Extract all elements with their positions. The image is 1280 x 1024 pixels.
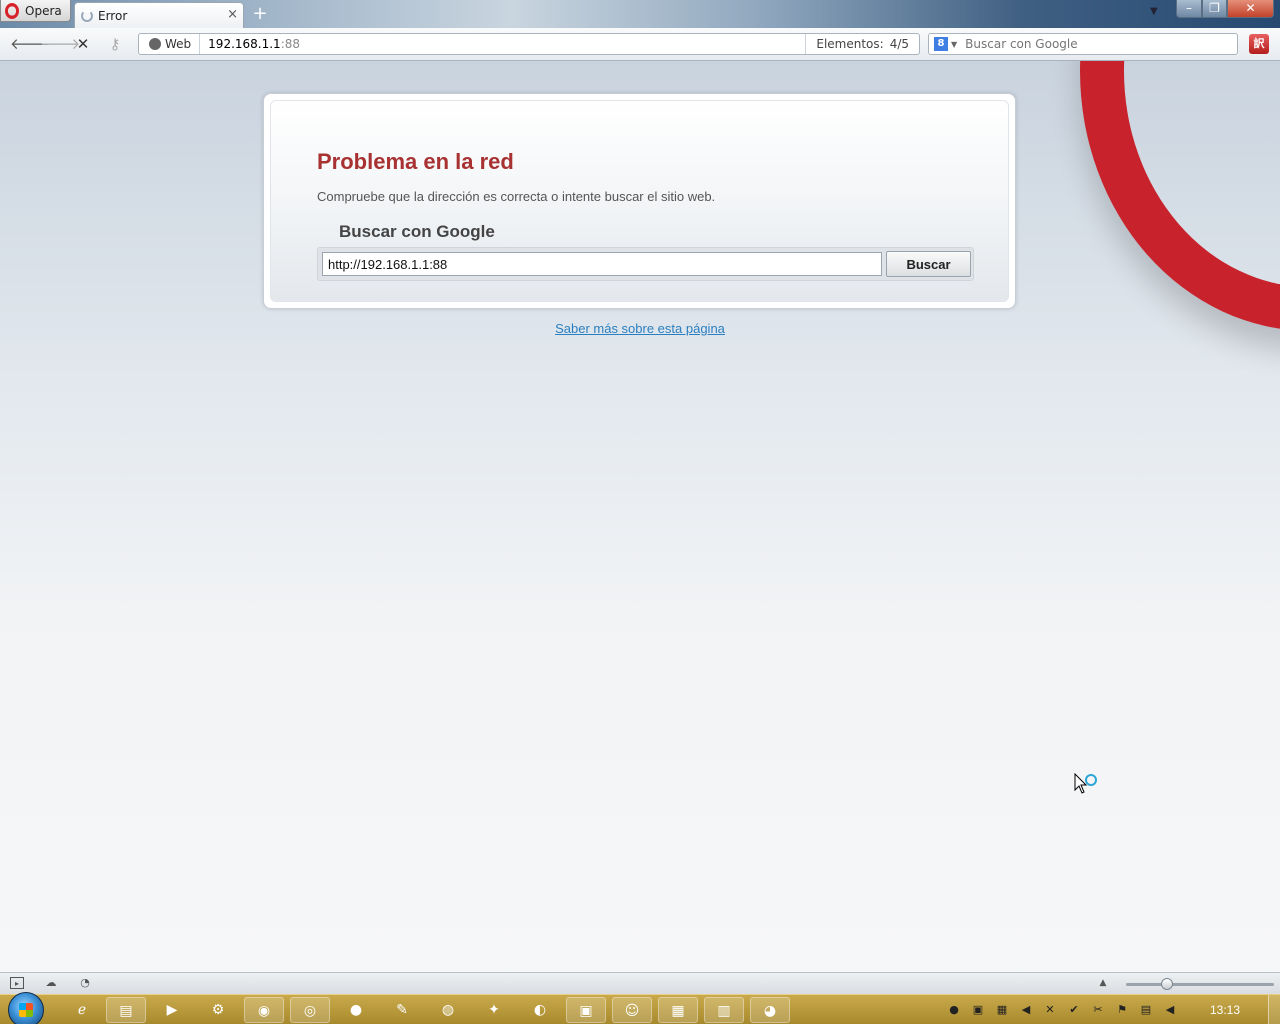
site-info-badge[interactable]: Web bbox=[139, 34, 201, 54]
opera-menu-button[interactable]: Opera bbox=[0, 0, 71, 22]
search-box[interactable]: 8 ▼ bbox=[928, 33, 1238, 55]
network-app-icon[interactable]: ▥ bbox=[704, 997, 744, 1023]
status-bar: ▸ ☁ ◔ ▲ bbox=[0, 972, 1280, 994]
url-host: 192.168.1.1 bbox=[208, 37, 281, 51]
tab-error[interactable]: Error × bbox=[74, 2, 244, 28]
opera-next-taskbar-icon[interactable]: ◎ bbox=[290, 997, 330, 1023]
file-explorer-icon[interactable]: ▤ bbox=[106, 997, 146, 1023]
elements-label: Elementos: bbox=[816, 37, 884, 51]
search-heading: Buscar con Google bbox=[339, 222, 495, 241]
burner-app-icon[interactable]: ◍ bbox=[428, 997, 468, 1023]
tray-window-icon[interactable]: ▣ bbox=[970, 1003, 986, 1017]
search-input[interactable] bbox=[965, 37, 1226, 51]
stop-icon[interactable]: ✕ bbox=[73, 35, 93, 53]
busy-cursor-icon bbox=[1074, 773, 1097, 794]
chrome-icon[interactable]: ◐ bbox=[520, 997, 560, 1023]
page-content: Problema en la red Compruebe que la dire… bbox=[0, 61, 1280, 972]
url-port: :88 bbox=[280, 37, 301, 51]
tray-speaker-muted-icon[interactable]: ◀ bbox=[1018, 1003, 1034, 1017]
start-button[interactable] bbox=[8, 992, 44, 1024]
tray-tools-icon[interactable]: ✂ bbox=[1090, 1003, 1106, 1017]
site-mode-label: Web bbox=[165, 37, 192, 51]
capture-app-icon[interactable]: ▣ bbox=[566, 997, 606, 1023]
utility-app-icon[interactable]: ✦ bbox=[474, 997, 514, 1023]
view-options-up-icon[interactable]: ▲ bbox=[1096, 977, 1110, 989]
query-input[interactable] bbox=[322, 252, 882, 276]
extension-icon[interactable]: 訳 bbox=[1249, 34, 1269, 54]
acrobat-icon[interactable]: ✎ bbox=[382, 997, 422, 1023]
new-tab-button[interactable]: + bbox=[250, 4, 270, 24]
address-bar[interactable]: Web 192.168.1.1:88 Elementos: 4/5 bbox=[138, 33, 920, 55]
system-clock[interactable]: 13:13 bbox=[1210, 1003, 1240, 1017]
action-center-flag-icon[interactable]: ⚑ bbox=[1114, 1003, 1130, 1017]
opera-unite-icon[interactable]: ☁ bbox=[44, 977, 58, 989]
maximize-button[interactable]: ❐ bbox=[1202, 0, 1227, 18]
opera-logo-icon bbox=[5, 2, 19, 19]
title-bar: Opera Error × + ▼ – ❐ ✕ bbox=[0, 0, 1280, 28]
opera-o-decoration bbox=[1080, 61, 1280, 331]
loading-spinner-icon bbox=[81, 9, 93, 22]
windows-logo-icon bbox=[19, 1003, 33, 1017]
tab-close-icon[interactable]: × bbox=[227, 7, 238, 22]
media-player-icon[interactable]: ▶ bbox=[152, 997, 192, 1023]
learn-more-container: Saber más sobre esta página bbox=[0, 321, 1280, 336]
error-description: Compruebe que la dirección es correcta o… bbox=[317, 189, 716, 204]
key-icon[interactable]: ⚷ bbox=[105, 35, 125, 53]
volume-icon[interactable]: ◀ bbox=[1162, 1003, 1178, 1017]
panels-toggle-icon[interactable]: ▸ bbox=[10, 977, 24, 989]
error-card: Problema en la red Compruebe que la dire… bbox=[263, 93, 1016, 309]
tab-title: Error bbox=[98, 8, 128, 23]
search-button[interactable]: Buscar bbox=[886, 251, 971, 277]
opera-menu-label: Opera bbox=[25, 3, 62, 18]
search-form: Buscar bbox=[317, 247, 974, 281]
opera-taskbar-icon[interactable]: ◉ bbox=[244, 997, 284, 1023]
remote-desktop-icon[interactable]: ▦ bbox=[658, 997, 698, 1023]
error-title: Problema en la red bbox=[317, 149, 514, 174]
users-app-icon[interactable]: ☺ bbox=[612, 997, 652, 1023]
globe-icon bbox=[149, 38, 161, 50]
url-text[interactable]: 192.168.1.1:88 bbox=[200, 37, 805, 51]
back-arrow-icon[interactable]: 🡐 bbox=[10, 35, 50, 53]
tray-opera-icon[interactable]: ● bbox=[946, 1003, 962, 1017]
close-window-button[interactable]: ✕ bbox=[1227, 0, 1274, 18]
network-icon[interactable]: ▤ bbox=[1138, 1003, 1154, 1017]
minimize-button[interactable]: – bbox=[1176, 0, 1202, 18]
show-desktop-button[interactable] bbox=[1268, 995, 1280, 1024]
opera-turbo-icon[interactable]: ◔ bbox=[78, 977, 92, 989]
forward-arrow-icon[interactable]: 🡒 bbox=[40, 35, 80, 53]
address-toolbar: 🡐 🡒 ✕ ⚷ Web 192.168.1.1:88 Elementos: 4/… bbox=[0, 28, 1280, 61]
elements-value: 4/5 bbox=[889, 37, 909, 51]
zoom-slider[interactable] bbox=[1126, 983, 1274, 986]
green-app-icon[interactable]: ◕ bbox=[750, 997, 790, 1023]
windows-taskbar: ℯ ▤ ▶ ⚙ ◉ ◎ ● ✎ ◍ ✦ ◐ ▣ ☺ ▦ ▥ ◕ ● ▣ ▦ ◀ … bbox=[0, 992, 1280, 1024]
google-icon[interactable]: 8 bbox=[934, 37, 948, 51]
learn-more-link[interactable]: Saber más sobre esta página bbox=[555, 321, 725, 336]
tray-check-icon[interactable]: ✔ bbox=[1066, 1003, 1082, 1017]
tray-grid-icon[interactable]: ▦ bbox=[994, 1003, 1010, 1017]
app-tool-icon[interactable]: ⚙ bbox=[198, 997, 238, 1023]
search-engine-dropdown-icon[interactable]: ▼ bbox=[951, 40, 957, 49]
internet-explorer-icon[interactable]: ℯ bbox=[62, 997, 102, 1023]
firefox-icon[interactable]: ● bbox=[336, 997, 376, 1023]
load-progress: Elementos: 4/5 bbox=[805, 34, 919, 54]
tab-list-chevron-icon[interactable]: ▼ bbox=[1150, 6, 1158, 17]
zoom-slider-thumb[interactable] bbox=[1161, 978, 1173, 990]
tray-tool-icon[interactable]: ✕ bbox=[1042, 1003, 1058, 1017]
